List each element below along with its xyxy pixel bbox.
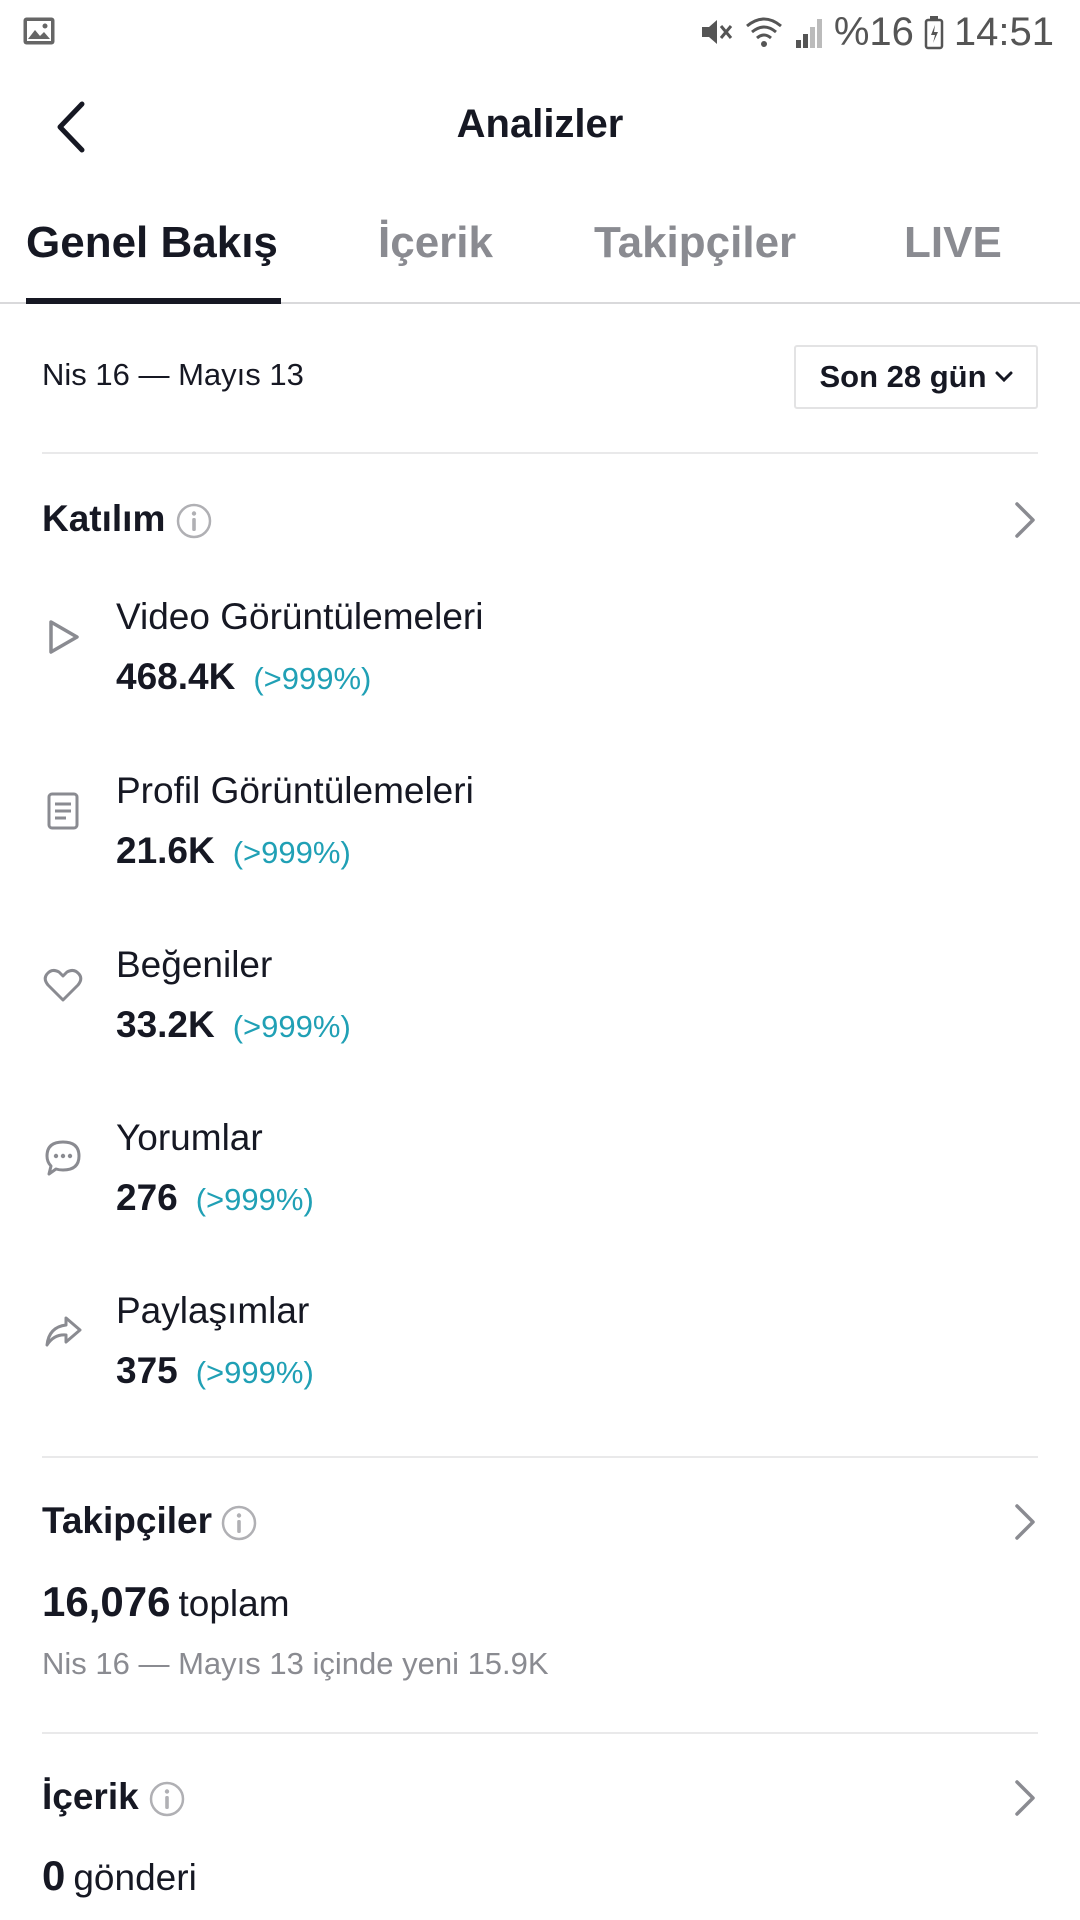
- metric-comments: Yorumlar 276 (>999%): [42, 1117, 1038, 1247]
- active-tab-indicator: [26, 298, 281, 304]
- tab-followers[interactable]: Takipçiler: [594, 218, 796, 268]
- followers-total-row: 16,076 toplam: [42, 1578, 290, 1626]
- image-icon: [22, 16, 56, 46]
- wifi-icon: [744, 14, 784, 50]
- share-icon: [42, 1310, 84, 1352]
- period-dropdown[interactable]: Son 28 gün: [794, 345, 1038, 409]
- tab-live[interactable]: LIVE: [904, 218, 1002, 268]
- comment-icon: [42, 1137, 84, 1179]
- status-bar: %16 14:51: [0, 0, 1080, 64]
- metric-value-wrap: 468.4K (>999%): [116, 656, 371, 698]
- metric-label: Paylaşımlar: [116, 1290, 310, 1331]
- tab-bar: Genel Bakış İçerik Takipçiler LIVE: [0, 208, 1080, 304]
- metric-value: 276: [116, 1177, 178, 1218]
- metric-profile-views: Profil Görüntülemeleri 21.6K (>999%): [42, 770, 1038, 900]
- metric-likes: Beğeniler 33.2K (>999%): [42, 944, 1038, 1074]
- metric-value-wrap: 375 (>999%): [116, 1350, 314, 1392]
- chevron-right-icon: [1012, 1778, 1038, 1818]
- heart-icon: [42, 964, 84, 1006]
- followers-section-header[interactable]: Takipçiler: [42, 1492, 1038, 1548]
- section-title-content: İçerik: [42, 1776, 139, 1817]
- followers-new-note: Nis 16 — Mayıs 13 içinde yeni 15.9K: [42, 1646, 549, 1681]
- followers-total-suffix: toplam: [178, 1583, 290, 1624]
- date-filter-row: Nis 16 — Mayıs 13 Son 28 gün: [42, 345, 1038, 409]
- metric-value-wrap: 276 (>999%): [116, 1177, 314, 1219]
- content-count-row: 0 gönderi: [42, 1852, 197, 1900]
- section-title-followers: Takipçiler: [42, 1500, 213, 1541]
- info-icon[interactable]: [175, 502, 213, 540]
- metric-label: Yorumlar: [116, 1117, 263, 1158]
- info-icon[interactable]: [148, 1780, 186, 1818]
- divider: [42, 452, 1038, 454]
- followers-total: 16,076: [42, 1578, 171, 1625]
- page-title: Analizler: [456, 102, 624, 146]
- metric-change: (>999%): [253, 661, 372, 696]
- clock: 14:51: [953, 9, 1054, 54]
- metric-value: 375: [116, 1350, 178, 1391]
- content-count-suffix: gönderi: [73, 1857, 197, 1898]
- metric-value: 21.6K: [116, 830, 215, 871]
- metric-change: (>999%): [232, 835, 351, 870]
- chevron-right-icon: [1012, 500, 1038, 540]
- section-title-engagement: Katılım: [42, 498, 166, 539]
- chevron-right-icon: [1012, 1502, 1038, 1542]
- metric-label: Profil Görüntülemeleri: [116, 770, 474, 811]
- metric-change: (>999%): [195, 1355, 314, 1390]
- tab-content[interactable]: İçerik: [378, 218, 493, 268]
- metric-change: (>999%): [195, 1182, 314, 1217]
- metric-value-wrap: 21.6K (>999%): [116, 830, 351, 872]
- metric-value: 33.2K: [116, 1004, 215, 1045]
- metric-value-wrap: 33.2K (>999%): [116, 1004, 351, 1046]
- metric-shares: Paylaşımlar 375 (>999%): [42, 1290, 1038, 1420]
- content-section-header[interactable]: İçerik: [42, 1768, 1038, 1824]
- divider: [42, 1732, 1038, 1734]
- signal-icon: [794, 14, 824, 50]
- battery-percent: %16: [833, 9, 914, 54]
- divider: [42, 1456, 1038, 1458]
- tab-overview[interactable]: Genel Bakış: [26, 218, 278, 268]
- metric-change: (>999%): [232, 1009, 351, 1044]
- period-dropdown-label: Son 28 gün: [819, 359, 987, 394]
- info-icon[interactable]: [220, 1504, 258, 1542]
- profile-page-icon: [42, 790, 84, 832]
- content-count: 0: [42, 1852, 66, 1899]
- battery-icon: [924, 14, 944, 50]
- mute-icon: [698, 14, 734, 50]
- app-header: Analizler: [0, 80, 1080, 172]
- engagement-section-header[interactable]: Katılım: [42, 490, 1038, 546]
- play-icon: [42, 616, 84, 658]
- metric-video-views: Video Görüntülemeleri 468.4K (>999%): [42, 596, 1038, 726]
- metric-label: Beğeniler: [116, 944, 273, 985]
- status-icons: %16 14:51: [698, 10, 1054, 54]
- chevron-down-icon: [995, 371, 1013, 383]
- metric-label: Video Görüntülemeleri: [116, 596, 484, 637]
- date-range: Nis 16 — Mayıs 13: [42, 357, 304, 392]
- metric-value: 468.4K: [116, 656, 236, 697]
